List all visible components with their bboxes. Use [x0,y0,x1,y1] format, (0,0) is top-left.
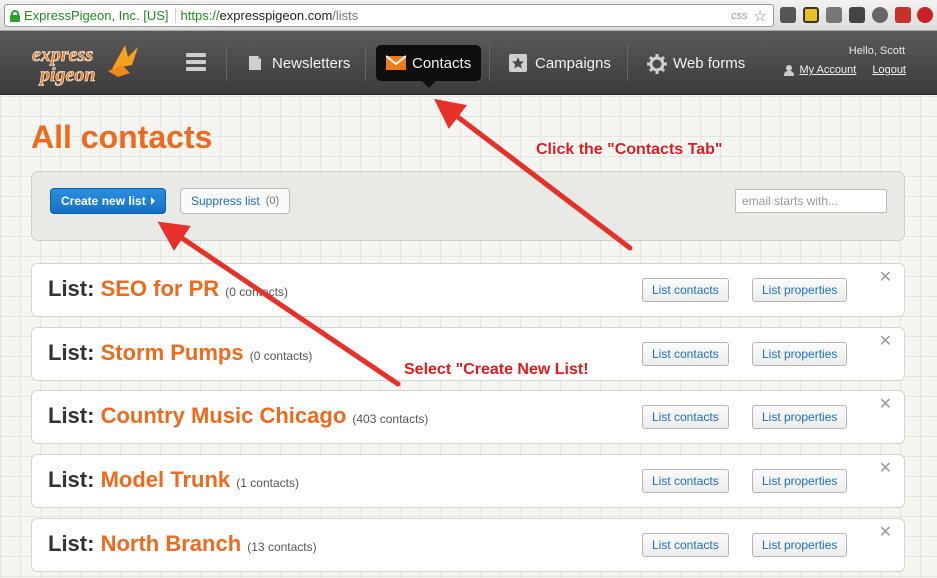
extension-icon[interactable] [803,7,819,23]
user-icon [784,64,795,76]
list-toolbar: Create new list Suppress list (0) [31,171,905,241]
extension-icon[interactable] [826,7,842,23]
url-host: expresspigeon.com [219,8,333,23]
list-contacts-button[interactable]: List contacts [642,278,729,302]
close-icon[interactable]: ✕ [879,267,892,287]
list-card: List: SEO for PR (0 contacts) List conta… [31,263,905,317]
list-name[interactable]: Storm Pumps [101,340,244,365]
svg-text:express: express [32,44,93,66]
star-icon [509,54,527,72]
nav-tab-campaigns[interactable]: Campaigns [499,45,621,81]
list-prefix: List: [48,467,95,492]
nav-tab-label: Contacts [412,54,472,72]
menu-icon[interactable] [186,53,206,73]
list-title[interactable]: List: Storm Pumps (0 contacts) [48,340,312,366]
nav-tab-contacts[interactable]: Contacts [376,45,482,81]
nav-divider [627,45,628,81]
greeting: Hello, Scott [848,45,905,57]
list-name[interactable]: SEO for PR [101,276,220,301]
list-properties-button[interactable]: List properties [752,278,848,302]
list-count: (403 contacts) [352,412,429,426]
ev-certificate-label[interactable]: ExpressPigeon, Inc. [US] [24,8,176,23]
suppress-list-button[interactable]: Suppress list (0) [180,188,291,214]
active-tab-pointer [422,81,436,88]
create-new-list-button[interactable]: Create new list [50,188,166,214]
logout-link[interactable]: Logout [872,64,906,76]
email-search-input[interactable] [735,189,887,213]
list-card: List: North Branch (13 contacts) List co… [31,518,905,572]
list-contacts-button[interactable]: List contacts [642,405,729,429]
url-field[interactable]: ExpressPigeon, Inc. [US] https:// expres… [4,4,774,27]
create-new-list-label: Create new list [61,194,146,208]
list-name[interactable]: Model Trunk [101,467,231,492]
page-title: All contacts [31,119,213,155]
list-count: (1 contacts) [236,476,299,490]
envelope-icon [385,54,407,72]
nav-tab-newsletters[interactable]: Newsletters [236,45,360,81]
list-prefix: List: [48,276,95,301]
annotation-contacts-tab: Click the "Contacts Tab" [536,141,723,158]
svg-text:pigeon: pigeon [38,64,96,86]
extension-icon[interactable] [849,7,865,23]
list-contacts-button[interactable]: List contacts [642,469,729,493]
browser-address-bar: ExpressPigeon, Inc. [US] https:// expres… [0,0,937,31]
list-count: (13 contacts) [247,540,317,554]
close-icon[interactable]: ✕ [879,331,892,351]
extension-icon[interactable] [780,7,796,23]
list-properties-button[interactable]: List properties [752,342,848,366]
suppress-count: (0) [265,195,280,207]
top-navigation: express pigeon Newsletters Contacts Camp… [0,31,937,95]
url-scheme: https:// [180,8,220,23]
nav-tab-label: Campaigns [535,54,611,72]
list-name[interactable]: Country Music Chicago [101,403,347,428]
list-title[interactable]: List: Model Trunk (1 contacts) [48,467,299,493]
list-properties-button[interactable]: List properties [752,405,848,429]
list-name[interactable]: North Branch [101,531,242,556]
nav-tab-web-forms[interactable]: Web forms [637,45,755,81]
account-links: My Account Logout [784,64,906,76]
list-card: List: Country Music Chicago (403 contact… [31,390,905,444]
list-title[interactable]: List: North Branch (13 contacts) [48,531,317,557]
list-title[interactable]: List: SEO for PR (0 contacts) [48,276,288,302]
newsletter-icon [246,54,264,72]
list-properties-button[interactable]: List properties [752,469,848,493]
pocket-icon[interactable] [872,7,888,23]
list-count: (0 contacts) [249,349,313,363]
list-contacts-button[interactable]: List contacts [642,342,729,366]
list-contacts-button[interactable]: List contacts [642,533,729,557]
nav-divider [365,45,366,81]
my-account-link[interactable]: My Account [799,64,856,76]
close-icon[interactable]: ✕ [879,394,892,414]
suppress-list-label: Suppress list [191,194,260,208]
list-prefix: List: [48,403,95,428]
bookmark-star-icon[interactable]: ☆ [754,7,767,25]
url-path: /lists [332,8,359,23]
list-title[interactable]: List: Country Music Chicago (403 contact… [48,403,428,429]
nav-tab-label: Web forms [673,54,746,72]
main-content: All contacts Create new list Suppress li… [0,96,937,578]
nav-divider [489,45,490,81]
annotation-create-list: Select "Create New List! [404,361,589,378]
list-prefix: List: [48,340,95,365]
lock-icon [10,9,20,22]
pinterest-icon[interactable] [917,7,933,23]
css-extension-tag[interactable]: css [731,10,748,22]
nav-tab-label: Newsletters [272,54,351,72]
expresspigeon-logo[interactable]: express pigeon [30,39,142,87]
close-icon[interactable]: ✕ [879,458,892,478]
list-prefix: List: [48,531,95,556]
list-count: (0 contacts) [225,285,288,299]
arrow-right-icon [150,197,155,205]
nav-divider [226,45,227,81]
bookmark-extension-icon[interactable] [895,7,911,23]
list-properties-button[interactable]: List properties [752,533,848,557]
list-card: List: Model Trunk (1 contacts) List cont… [31,454,905,508]
close-icon[interactable]: ✕ [879,522,892,542]
gear-icon [647,54,667,74]
